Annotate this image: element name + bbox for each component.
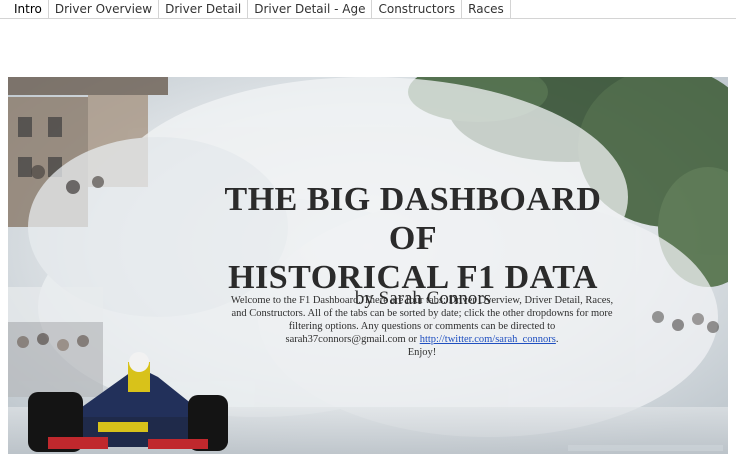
link-period: . bbox=[555, 334, 559, 345]
dashboard-title: THE BIG DASHBOARD OF HISTORICAL F1 DATA bbox=[208, 180, 618, 297]
enjoy-text: Enjoy! bbox=[407, 347, 437, 358]
tab-constructors[interactable]: Constructors bbox=[372, 0, 463, 18]
tab-driver-overview[interactable]: Driver Overview bbox=[49, 0, 160, 18]
hero-banner: THE BIG DASHBOARD OF HISTORICAL F1 DATA … bbox=[8, 77, 728, 454]
tab-bar: Intro Driver Overview Driver Detail Driv… bbox=[0, 0, 736, 19]
title-line-1: THE BIG DASHBOARD bbox=[224, 181, 602, 218]
intro-text: Welcome to the F1 Dashboard. There are f… bbox=[230, 294, 614, 359]
title-line-2: OF bbox=[388, 220, 438, 257]
tab-driver-detail-age[interactable]: Driver Detail - Age bbox=[248, 0, 373, 18]
tab-intro[interactable]: Intro bbox=[8, 0, 49, 18]
twitter-link[interactable]: http://twitter.com/sarah_connors bbox=[420, 334, 556, 345]
tab-driver-detail[interactable]: Driver Detail bbox=[159, 0, 249, 18]
tab-races[interactable]: Races bbox=[462, 0, 511, 18]
